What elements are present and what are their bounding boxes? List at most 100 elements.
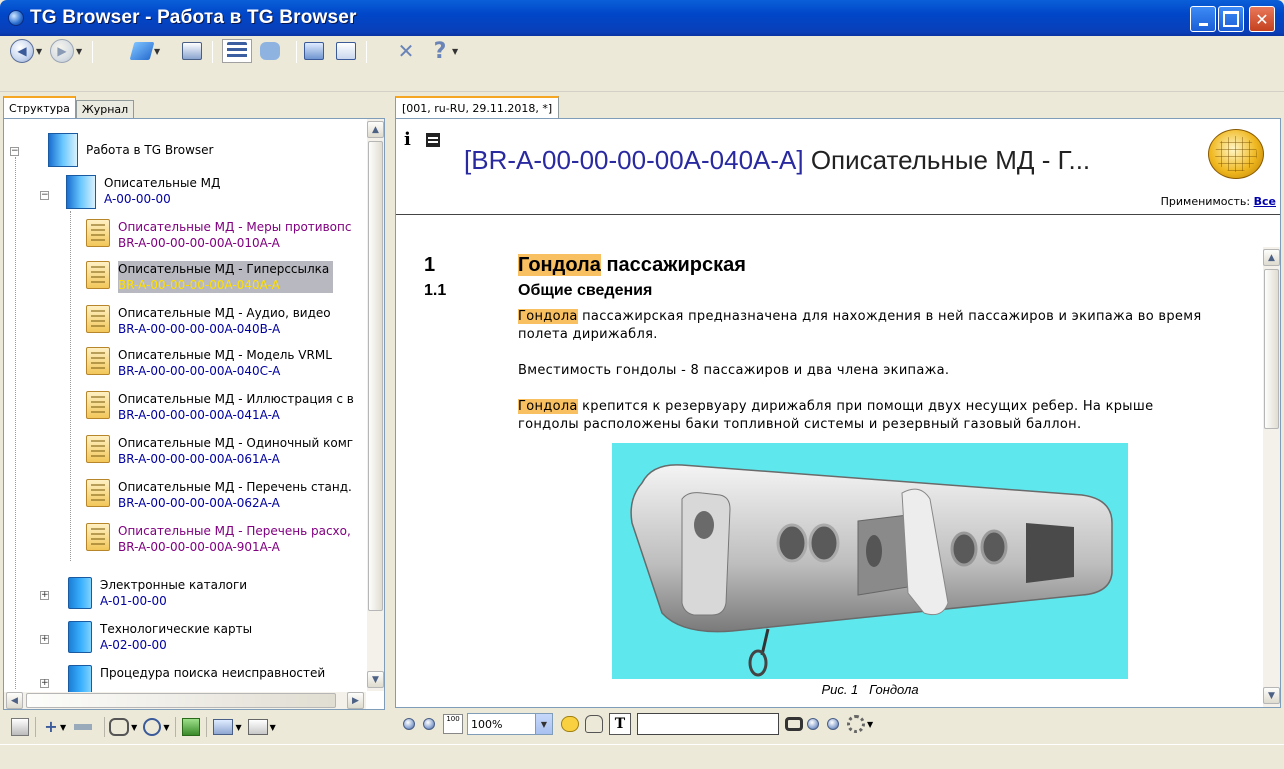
find-previous-icon[interactable]	[807, 718, 819, 730]
back-dropdown-icon[interactable]: ▼	[36, 47, 42, 56]
tree-sibling[interactable]: Электронные каталоги A-01-00-00	[68, 577, 247, 609]
tree-item[interactable]: Описательные МД - Аудио, видео BR-A-00-0…	[86, 305, 331, 337]
tree-sibling[interactable]: Технологические карты A-02-00-00	[68, 621, 252, 653]
search-icon[interactable]	[143, 718, 162, 736]
zoom-value: 100%	[471, 717, 503, 731]
tree-item-selected[interactable]: Описательные МД - Гиперссылка BR-A-00-00…	[86, 261, 334, 293]
book-open-icon	[66, 175, 96, 209]
print-icon	[182, 42, 202, 60]
collapse-all-icon[interactable]	[74, 724, 93, 730]
tab-structure[interactable]: Структура	[3, 96, 76, 118]
expand-toggle[interactable]: +	[40, 679, 49, 688]
dropdown-arrow-icon[interactable]: ▼	[163, 723, 169, 732]
help-button[interactable]: ? ▼	[430, 39, 459, 64]
section-number: 1	[424, 254, 436, 276]
tab-journal[interactable]: Журнал	[75, 100, 135, 118]
find-next-icon[interactable]	[827, 718, 839, 730]
tree-item[interactable]: Описательные МД - Одиночный комг BR-A-00…	[86, 435, 353, 467]
scroll-thumb[interactable]	[26, 693, 336, 708]
toolbar-separator	[212, 41, 213, 63]
binoculars-icon[interactable]	[109, 718, 130, 736]
tree-item[interactable]: Описательные МД - Перечень станд. BR-A-0…	[86, 479, 352, 511]
tree-group-title: Описательные МД	[104, 176, 221, 190]
open-button[interactable]: ▼	[129, 39, 160, 63]
scroll-left-icon[interactable]: ◀	[6, 692, 23, 709]
document-vertical-scrollbar[interactable]: ▲ ▼	[1263, 247, 1280, 707]
book-icon	[68, 577, 92, 609]
tree-horizontal-scrollbar[interactable]: ◀ ▶	[4, 692, 366, 709]
tree-item[interactable]: Описательные МД - Меры противопс BR-A-00…	[86, 219, 351, 251]
collapse-toggle[interactable]: −	[40, 191, 49, 200]
document-viewer[interactable]: i [BR-A-00-00-00-00A-040A-A] Описательны…	[395, 118, 1281, 708]
scroll-down-icon[interactable]: ▼	[367, 671, 384, 688]
scroll-down-icon[interactable]: ▼	[1263, 687, 1280, 704]
binoculars-icon[interactable]	[785, 717, 803, 731]
bookmark-icon	[304, 42, 324, 60]
forward-dropdown-icon[interactable]: ▼	[76, 47, 82, 56]
comments-button[interactable]	[260, 39, 280, 63]
back-button[interactable]: ◀ ▼	[10, 39, 42, 63]
help-dropdown-icon[interactable]: ▼	[452, 47, 458, 56]
find-in-doc-button[interactable]	[336, 39, 356, 63]
minimize-button[interactable]	[1190, 6, 1216, 32]
language-icon[interactable]	[213, 719, 234, 735]
zoom-select[interactable]: 100% ▼	[467, 713, 553, 735]
filter-icon[interactable]	[247, 719, 268, 735]
tree-vertical-scrollbar[interactable]: ▲ ▼	[367, 119, 384, 691]
bookmark-button[interactable]	[304, 39, 324, 63]
tree-item[interactable]: Описательные МД - Модель VRML BR-A-00-00…	[86, 347, 332, 379]
comment-icon[interactable]	[561, 716, 579, 732]
sync-icon[interactable]	[182, 718, 201, 736]
tree-item-title: Описательные МД - Одиночный комг	[118, 436, 354, 450]
clipboard-icon[interactable]	[11, 718, 29, 736]
tree-view-button[interactable]	[222, 39, 252, 63]
structure-tree[interactable]: − Работа в TG Browser − Описательные МД …	[3, 118, 385, 710]
open-icon	[129, 42, 155, 60]
tree-item[interactable]: Описательные МД - Перечень расхо, BR-A-0…	[86, 523, 351, 555]
tree-item-title: Технологические карты	[100, 622, 253, 636]
actual-size-icon[interactable]: 100	[443, 714, 463, 734]
dropdown-arrow-icon[interactable]: ▼	[235, 723, 241, 732]
tree-item-title: Описательные МД - Меры противопс	[118, 220, 352, 234]
pan-hand-icon[interactable]	[585, 715, 603, 733]
tree-item[interactable]: Описательные МД - Иллюстрация с в BR-A-0…	[86, 391, 354, 423]
applicability-link[interactable]: Все	[1254, 195, 1276, 208]
title-bar[interactable]: TG Browser - Работа в TG Browser ✕	[0, 0, 1284, 36]
tree-item-title: Описательные МД - Аудио, видео	[118, 306, 331, 320]
document-body: 1 Гондола пассажирская 1.1 Общие сведения …	[396, 216, 1262, 707]
dropdown-arrow-icon[interactable]: ▼	[867, 720, 873, 729]
tab-document[interactable]: [001, ru-RU, 29.11.2018, *]	[395, 96, 560, 118]
document-title-rest: Описательные МД - Г...	[803, 145, 1091, 175]
toolbar-separator	[296, 41, 297, 63]
expand-all-icon[interactable]: +	[42, 718, 60, 736]
dropdown-arrow-icon[interactable]: ▼	[270, 723, 276, 732]
dropdown-arrow-icon[interactable]: ▼	[60, 723, 66, 732]
scroll-thumb[interactable]	[1264, 269, 1279, 429]
print-preview-icon[interactable]	[426, 133, 440, 147]
print-button[interactable]	[182, 39, 202, 63]
scroll-thumb[interactable]	[368, 141, 383, 611]
maximize-button[interactable]	[1218, 6, 1244, 32]
expand-toggle[interactable]: +	[40, 635, 49, 644]
collapse-toggle[interactable]: −	[10, 147, 19, 156]
text-select-icon[interactable]: T	[609, 713, 631, 735]
tree-root[interactable]: Работа в TG Browser	[48, 133, 213, 167]
paragraph: Гондола крепится к резервуару дирижабля …	[518, 398, 1218, 434]
info-icon[interactable]: i	[404, 129, 411, 150]
scroll-right-icon[interactable]: ▶	[347, 692, 364, 709]
zoom-out-icon[interactable]	[423, 718, 435, 730]
open-dropdown-icon[interactable]: ▼	[154, 47, 160, 56]
dropdown-arrow-icon[interactable]: ▼	[131, 723, 137, 732]
close-button[interactable]: ✕	[1249, 6, 1275, 32]
scroll-up-icon[interactable]: ▲	[1263, 249, 1280, 266]
zoom-in-icon[interactable]	[403, 718, 415, 730]
scroll-up-icon[interactable]: ▲	[367, 121, 384, 138]
chevron-down-icon[interactable]: ▼	[535, 714, 552, 734]
forward-button[interactable]: ▶ ▼	[50, 39, 82, 63]
search-input[interactable]	[637, 713, 779, 735]
search-options-icon[interactable]	[847, 715, 865, 733]
tools-button[interactable]: ✕	[396, 39, 416, 63]
expand-toggle[interactable]: +	[40, 591, 49, 600]
tree-group[interactable]: Описательные МД A-00-00-00	[66, 175, 220, 209]
gondola-figure[interactable]	[612, 443, 1128, 679]
